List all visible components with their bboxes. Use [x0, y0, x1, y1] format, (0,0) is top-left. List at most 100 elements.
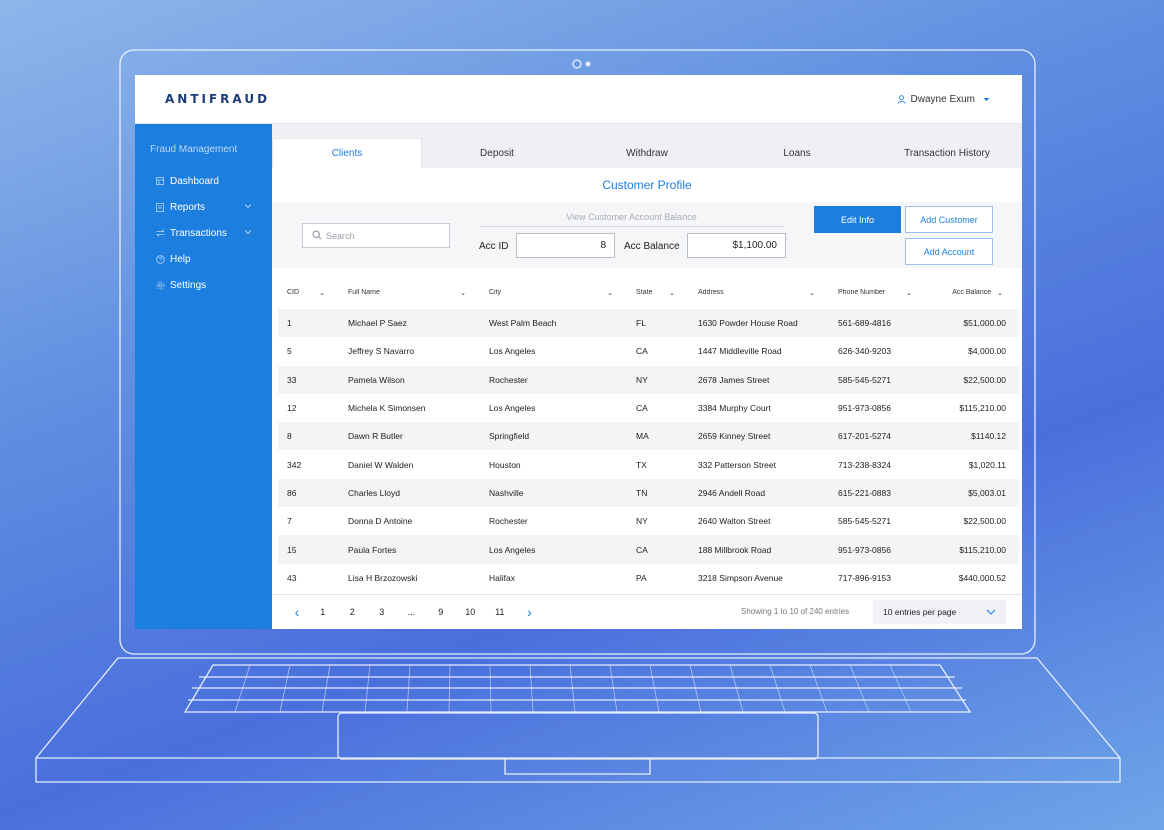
chevron-down-icon: ⌄: [809, 289, 815, 297]
cell-cid: 1: [287, 318, 292, 329]
tab-clients[interactable]: Clients: [272, 138, 422, 168]
cell-city: Nashville: [489, 487, 524, 498]
next-page-button[interactable]: ›: [515, 604, 545, 620]
cell-full-name: Charles Lloyd: [348, 487, 400, 498]
sidebar-item-label: Transactions: [170, 227, 227, 239]
chevron-down-icon: ⌄: [997, 289, 1003, 297]
document-icon: [156, 202, 168, 212]
sidebar-item-dashboard[interactable]: Dashboard: [135, 168, 272, 194]
add-customer-button[interactable]: Add Customer: [905, 206, 993, 233]
customer-panel: Search View Customer Account Balance Acc…: [272, 202, 1022, 268]
table-row[interactable]: 342 Daniel W Walden Houston TX 332 Patterson…: [278, 450, 1019, 478]
prev-page-button[interactable]: ‹: [286, 604, 308, 620]
cell-full-name: Jeffrey S Navarro: [348, 346, 414, 357]
column-header[interactable]: Full Name ⌄: [339, 289, 480, 297]
cell-state: CA: [636, 544, 648, 555]
cell-address: 3384 Murphy Court: [698, 403, 771, 414]
page-title: Customer Profile: [602, 178, 692, 192]
page-number[interactable]: 2: [338, 607, 368, 617]
cell-state: MA: [636, 431, 649, 442]
caret-down-icon: [983, 97, 990, 102]
acc-balance-label: Acc Balance: [624, 241, 680, 252]
table-row[interactable]: 12 Michela K Simonsen Los Angeles CA 3384 Mu…: [278, 394, 1019, 422]
sidebar-item-settings[interactable]: Settings: [135, 272, 272, 298]
sidebar-item-transactions[interactable]: Transactions: [135, 220, 272, 246]
cell-balance: $22,500.00: [963, 516, 1006, 527]
search-icon: [312, 229, 322, 242]
cell-address: 2946 Andell Road: [698, 487, 766, 498]
cell-cid: 8: [287, 431, 292, 442]
tab-transaction-history[interactable]: Transaction History: [872, 138, 1022, 168]
table-row[interactable]: 1 Michael P Saez West Palm Beach FL 1630 Pow…: [278, 309, 1019, 338]
page-number[interactable]: 9: [426, 607, 456, 617]
table-row[interactable]: 7 Donna D Antoine Rochester NY 2640 Walton S…: [278, 507, 1019, 535]
table-row[interactable]: 43 Lisa H Brzozowski Halifax PA 3218 Simpson…: [278, 564, 1019, 592]
tab-bar: Clients Deposit Withdraw Loans Transacti…: [272, 124, 1022, 168]
sidebar-title: Fraud Management: [150, 144, 238, 155]
cell-phone: 717-896-9153: [838, 572, 891, 583]
search-placeholder: Search: [326, 230, 355, 241]
sidebar-item-reports[interactable]: Reports: [135, 194, 272, 220]
entries-per-page-select[interactable]: 10 entries per page: [873, 600, 1006, 624]
cell-state: FL: [636, 318, 646, 329]
cell-full-name: Daniel W Walden: [348, 459, 414, 470]
cell-cid: 15: [287, 544, 297, 555]
sidebar-item-label: Settings: [170, 279, 207, 291]
cell-address: 1447 Middleville Road: [698, 346, 782, 357]
table-row[interactable]: 15 Paula Fortes Los Angeles CA 188 Millbrook…: [278, 535, 1019, 564]
cell-address: 188 Millbrook Road: [698, 544, 772, 555]
cell-phone: 585-545-5271: [838, 374, 891, 385]
tab-deposit[interactable]: Deposit: [422, 138, 572, 168]
column-header[interactable]: Acc Balance ⌄: [926, 289, 1019, 297]
table-header: CID ⌄ Full Name ⌄ City ⌄ State ⌄ Address ⌄ Ph…: [278, 276, 1019, 309]
chevron-down-icon: ⌄: [607, 289, 613, 297]
table-row[interactable]: 8 Dawn R Butler Springfield MA 2659 Kinney S…: [278, 422, 1019, 451]
cell-balance: $4,000.00: [968, 346, 1006, 357]
cell-city: Halifax: [489, 572, 515, 583]
user-menu[interactable]: Dwayne Exum: [896, 93, 990, 105]
acc-id-label: Acc ID: [479, 241, 509, 252]
cell-balance: $1140.12: [971, 431, 1006, 442]
column-header[interactable]: CID ⌄: [278, 289, 339, 297]
sidebar: Fraud Management Dashboard Reports Trans…: [135, 124, 272, 629]
cell-phone: 626-340-9203: [838, 346, 891, 357]
cell-city: West Palm Beach: [489, 318, 557, 329]
chevron-down-icon: [986, 607, 996, 617]
tab-loans[interactable]: Loans: [722, 138, 872, 168]
cell-state: TX: [636, 459, 647, 470]
table-row[interactable]: 86 Charles Lloyd Nashville TN 2946 Andell Ro…: [278, 478, 1019, 508]
chevron-down-icon[interactable]: [244, 201, 252, 212]
column-header[interactable]: City ⌄: [480, 289, 627, 297]
page-number[interactable]: 11: [485, 607, 515, 617]
column-header[interactable]: Phone Number ⌄: [829, 289, 926, 297]
table-row[interactable]: 33 Pamela Wilson Rochester NY 2678 James Str…: [278, 365, 1019, 394]
cell-state: CA: [636, 403, 648, 414]
page-number[interactable]: 1: [308, 607, 338, 617]
chevron-down-icon[interactable]: [244, 227, 252, 238]
cell-phone: 951-973-0856: [838, 544, 891, 555]
cell-balance: $1,020.11: [968, 459, 1006, 470]
view-balance-label: View Customer Account Balance: [479, 212, 784, 227]
add-account-button[interactable]: Add Account: [905, 238, 993, 265]
search-input[interactable]: Search: [302, 223, 450, 248]
table-row[interactable]: 5 Jeffrey S Navarro Los Angeles CA 1447 Midd…: [278, 337, 1019, 365]
page-number[interactable]: 10: [456, 607, 486, 617]
cell-address: 3218 Simpson Avenue: [698, 572, 783, 583]
acc-balance-field[interactable]: $1,100.00: [687, 233, 786, 258]
app-logo[interactable]: ANTIFRAUD: [165, 92, 270, 106]
cell-city: Los Angeles: [489, 403, 536, 414]
chevron-down-icon: ⌄: [669, 289, 675, 297]
tab-withdraw[interactable]: Withdraw: [572, 138, 722, 168]
cell-cid: 43: [287, 572, 297, 583]
dashboard-icon: [156, 177, 168, 185]
user-name: Dwayne Exum: [910, 93, 975, 105]
page-number[interactable]: 3: [367, 607, 397, 617]
sidebar-item-help[interactable]: Help: [135, 246, 272, 272]
column-header[interactable]: State ⌄: [627, 289, 689, 297]
edit-info-button[interactable]: Edit Info: [814, 206, 901, 233]
cell-state: CA: [636, 346, 648, 357]
cell-full-name: Michela K Simonsen: [348, 403, 426, 414]
column-header[interactable]: Address ⌄: [689, 289, 829, 297]
acc-id-field[interactable]: 8: [516, 233, 615, 258]
cell-cid: 342: [287, 459, 302, 470]
